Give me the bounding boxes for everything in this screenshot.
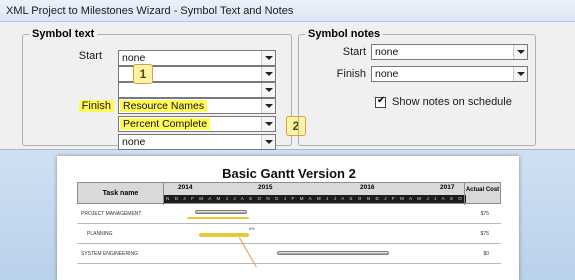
symbol-notes-start-select[interactable]: none (371, 44, 528, 60)
symbol-text-finish-label: Finish (72, 100, 114, 112)
gantt-title: Basic Gantt Version 2 (222, 166, 356, 181)
symbol-notes-finish-select[interactable]: none (371, 66, 528, 82)
symbol-notes-legend: Symbol notes (308, 28, 381, 40)
gantt-task-cost: $75 (480, 231, 489, 237)
symbol-text-finish-select-1[interactable]: Resource Names (118, 98, 276, 114)
gantt-months-strip: N D J F M A M J J A S O N D J F M A M J … (164, 195, 466, 203)
gantt-year-2015: 2015 (258, 184, 273, 191)
gantt-bar (277, 251, 389, 255)
symbol-text-finish-select-2[interactable]: Percent Complete (118, 116, 276, 132)
gantt-bar (195, 210, 247, 214)
gantt-row: PROJECT MANAGEMENT $75 (77, 205, 501, 224)
symbol-notes-finish-label: Finish (336, 68, 366, 80)
callout-badge-1: 1 (133, 64, 153, 84)
gantt-percent-label: 0% (249, 226, 255, 231)
symbol-text-legend: Symbol text (32, 28, 95, 40)
gantt-progress-bar (187, 217, 249, 219)
chevron-down-icon[interactable] (261, 51, 275, 65)
gantt-task-header: Task name (78, 183, 164, 205)
chevron-down-icon[interactable] (513, 45, 527, 59)
window-title-bar: XML Project to Milestones Wizard - Symbo… (0, 0, 575, 22)
gantt-row: PLANNING 0% $75 (77, 225, 501, 244)
gantt-header: Task name 2014 2015 2016 2017 N D J F M … (77, 182, 501, 205)
gantt-preview-area: Basic Gantt Version 2 Task name 2014 201… (0, 150, 575, 280)
chevron-down-icon[interactable] (513, 67, 527, 81)
chevron-down-icon[interactable] (261, 117, 275, 131)
gantt-year-2014: 2014 (178, 184, 193, 191)
gantt-row: SYSTEM ENGINEERING $0 (77, 245, 501, 264)
symbol-text-finish-select-3[interactable]: none (118, 134, 276, 150)
chevron-down-icon[interactable] (261, 83, 275, 97)
gantt-task-name: PROJECT MANAGEMENT (81, 211, 142, 217)
gantt-task-cost: $75 (480, 211, 489, 217)
gantt-preview-page: Basic Gantt Version 2 Task name 2014 201… (57, 156, 519, 280)
chevron-down-icon[interactable] (261, 99, 275, 113)
symbol-text-start-select-3[interactable] (118, 82, 276, 98)
gantt-bar (199, 233, 249, 237)
symbol-notes-start-label: Start (342, 46, 366, 58)
gantt-task-name: PLANNING (87, 231, 113, 237)
chevron-down-icon[interactable] (261, 135, 275, 149)
show-notes-checkbox[interactable] (375, 95, 386, 108)
show-notes-label: Show notes on schedule (392, 96, 512, 108)
gantt-year-2017: 2017 (440, 184, 455, 191)
gantt-cost-header: Actual Cost (464, 183, 500, 205)
symbol-text-start-label: Start (78, 50, 102, 62)
gantt-year-2016: 2016 (360, 184, 375, 191)
gantt-task-cost: $0 (483, 251, 489, 257)
window-title: XML Project to Milestones Wizard - Symbo… (6, 5, 294, 17)
settings-panel: Symbol text Start none Finish Resource N… (0, 22, 575, 150)
chevron-down-icon[interactable] (261, 67, 275, 81)
gantt-task-name: SYSTEM ENGINEERING (81, 251, 138, 257)
